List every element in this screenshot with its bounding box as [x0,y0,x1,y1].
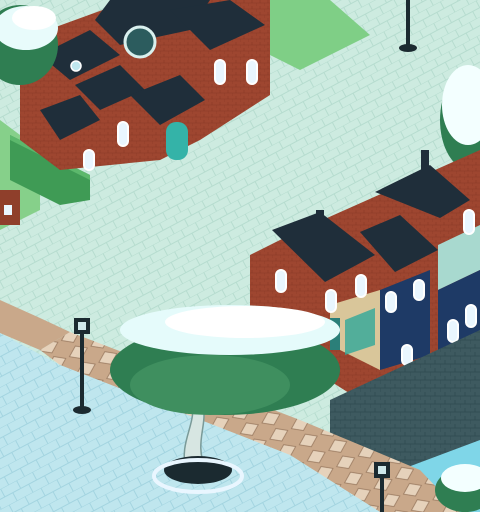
game-scene[interactable] [0,0,480,512]
shed-icon[interactable] [0,190,20,225]
isometric-map[interactable] [0,0,480,512]
